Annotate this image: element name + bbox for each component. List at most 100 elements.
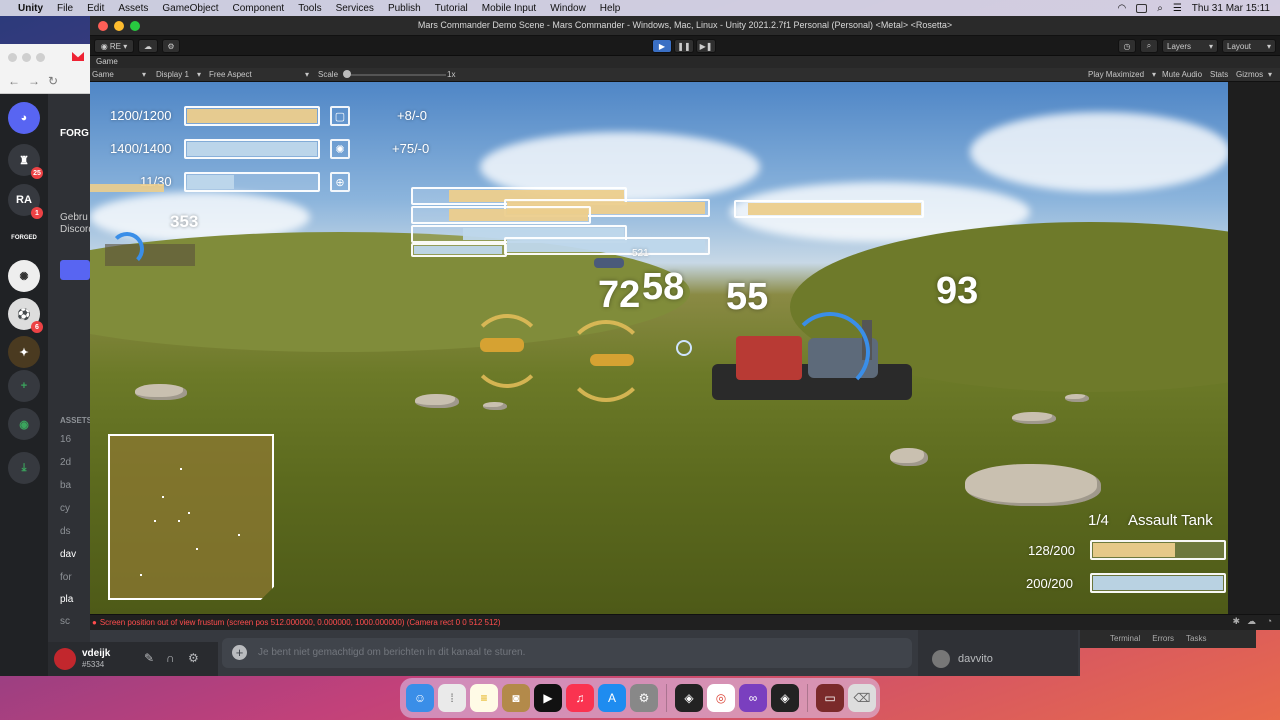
population-target-icon[interactable]: ⊕ xyxy=(330,172,350,192)
channel-item[interactable]: 16 xyxy=(60,434,71,445)
mute-audio-toggle[interactable]: Mute Audio xyxy=(1162,70,1202,79)
control-center-icon[interactable]: ☰ xyxy=(1173,3,1182,14)
discord-home-icon[interactable]: ◕ xyxy=(8,102,40,134)
headphones-icon[interactable]: ∩ xyxy=(166,651,175,665)
search-icon[interactable]: ⌕ xyxy=(1157,3,1163,14)
add-server-icon[interactable]: + xyxy=(8,370,40,402)
app-store-icon[interactable]: A xyxy=(598,684,626,712)
notes-icon[interactable]: ≡ xyxy=(470,684,498,712)
mute-mic-icon[interactable]: ✎ xyxy=(144,651,154,665)
menu-mobile-input[interactable]: Mobile Input xyxy=(482,3,536,14)
play-button[interactable]: ▶ xyxy=(652,39,672,53)
downloads-stack-icon[interactable]: ▭ xyxy=(816,684,844,712)
server-forged[interactable]: FORGED xyxy=(8,222,40,254)
battery-icon[interactable] xyxy=(1136,3,1148,13)
collab-status-icon[interactable]: ☁ xyxy=(1247,616,1256,627)
drone-unit[interactable] xyxy=(594,258,624,268)
scale-slider-track[interactable] xyxy=(346,74,446,76)
message-input-bar[interactable]: + Je bent niet gemachtigd om berichten i… xyxy=(222,638,912,668)
trash-icon[interactable]: ⌫ xyxy=(848,684,876,712)
wifi-icon[interactable]: ◠ xyxy=(1117,3,1126,14)
tab-terminal[interactable]: Terminal xyxy=(1110,634,1140,643)
finder-icon[interactable]: ☺ xyxy=(406,684,434,712)
menu-app-unity[interactable]: Unity xyxy=(18,3,43,14)
server-ra[interactable]: RA 1 xyxy=(8,184,43,219)
visual-studio-icon[interactable]: ∞ xyxy=(739,684,767,712)
aspect-dropdown[interactable]: Free Aspect xyxy=(209,70,252,79)
scale-slider-handle[interactable] xyxy=(343,70,351,78)
unity-hub-icon[interactable]: ◈ xyxy=(675,684,703,712)
music-icon[interactable]: ♫ xyxy=(566,684,594,712)
channel-item[interactable]: pla xyxy=(60,594,73,605)
menu-window[interactable]: Window xyxy=(550,3,586,14)
channel-item[interactable]: cy xyxy=(60,503,70,514)
welcome-button[interactable] xyxy=(60,260,90,280)
stats-toggle[interactable]: Stats xyxy=(1210,70,1228,79)
minimap-blip xyxy=(140,574,142,576)
unity-icon[interactable]: ◈ xyxy=(771,684,799,712)
channel-item[interactable]: ba xyxy=(60,480,71,491)
channel-item[interactable]: dav xyxy=(60,549,76,560)
auto-refresh-icon[interactable]: ◔ xyxy=(1267,616,1272,626)
channel-category[interactable]: ASSETS xyxy=(60,416,92,425)
add-attachment-icon[interactable]: + xyxy=(232,645,247,660)
gizmos-dropdown[interactable]: Gizmos xyxy=(1236,70,1263,79)
member-item[interactable]: davvito xyxy=(932,650,993,668)
menu-help[interactable]: Help xyxy=(600,3,621,14)
layout-dropdown[interactable]: Layout ▾ xyxy=(1222,39,1276,53)
search-icon[interactable]: ⌕ xyxy=(1140,39,1158,53)
display-dropdown[interactable]: Display 1 xyxy=(156,70,189,79)
channel-item[interactable]: 2d xyxy=(60,457,71,468)
channel-item[interactable]: for xyxy=(60,572,72,583)
menu-component[interactable]: Component xyxy=(233,3,285,14)
play-maximized-toggle[interactable]: Play Maximized xyxy=(1088,70,1144,79)
game-mode-dropdown[interactable]: Game xyxy=(92,70,114,79)
server-icon[interactable]: ✦ xyxy=(8,336,40,368)
menubar-clock[interactable]: Thu 31 Mar 15:11 xyxy=(1192,3,1270,14)
contacts-icon[interactable]: ◙ xyxy=(502,684,530,712)
tab-tasks[interactable]: Tasks xyxy=(1186,634,1206,643)
system-preferences-icon[interactable]: ⚙ xyxy=(630,684,658,712)
menu-assets[interactable]: Assets xyxy=(118,3,148,14)
channel-item[interactable]: ds xyxy=(60,526,71,537)
game-view-tab[interactable]: Game xyxy=(90,56,1280,68)
menu-gameobject[interactable]: GameObject xyxy=(162,3,218,14)
console-error-message[interactable]: Screen position out of view frustum (scr… xyxy=(92,618,501,627)
resource-crate-icon[interactable]: ▢ xyxy=(330,106,350,126)
server-icon[interactable]: ✺ xyxy=(8,260,40,292)
minimap[interactable] xyxy=(108,434,274,600)
drone-unit[interactable] xyxy=(480,338,524,352)
bug-report-icon[interactable]: ✱ xyxy=(1232,616,1240,627)
menu-file[interactable]: File xyxy=(57,3,73,14)
tab-errors[interactable]: Errors xyxy=(1152,634,1174,643)
drone-unit[interactable] xyxy=(590,354,634,366)
menu-services[interactable]: Services xyxy=(336,3,374,14)
unit-name: Assault Tank xyxy=(1128,512,1213,529)
avatar[interactable] xyxy=(54,648,76,670)
channel-item[interactable]: sc xyxy=(60,616,70,627)
collab-icon[interactable]: ⚙ xyxy=(162,39,180,53)
server-icon[interactable]: ♜ 25 xyxy=(8,144,43,179)
cloud-icon[interactable]: ☁ xyxy=(138,39,158,53)
menu-tutorial[interactable]: Tutorial xyxy=(435,3,468,14)
menu-publish[interactable]: Publish xyxy=(388,3,421,14)
energy-gear-icon[interactable]: ✺ xyxy=(330,139,350,159)
settings-gear-icon[interactable]: ⚙ xyxy=(188,651,199,665)
browser-nav-arrows-icon[interactable]: ←→↻ xyxy=(8,74,66,88)
account-button[interactable]: ◉ RE ▾ xyxy=(94,39,134,53)
launchpad-icon[interactable]: ⁞ xyxy=(438,684,466,712)
download-apps-icon[interactable]: ⤓ xyxy=(8,452,40,484)
menu-edit[interactable]: Edit xyxy=(87,3,104,14)
menu-tools[interactable]: Tools xyxy=(298,3,321,14)
history-icon[interactable]: ◷ xyxy=(1118,39,1136,53)
layers-dropdown[interactable]: Layers ▾ xyxy=(1162,39,1218,53)
pause-button[interactable]: ❚❚ xyxy=(674,39,694,53)
server-name[interactable]: FORG xyxy=(60,128,89,139)
apple-tv-icon[interactable]: ▶ xyxy=(534,684,562,712)
explore-servers-icon[interactable]: ◉ xyxy=(8,408,40,440)
gmail-tab-icon[interactable] xyxy=(72,52,84,61)
game-viewport[interactable]: 1200/1200 ▢ +8/-0 1400/1400 ✺ +75/-0 11/… xyxy=(90,82,1228,614)
step-button[interactable]: ▶❚ xyxy=(696,39,716,53)
server-icon[interactable]: ⚽ 6 xyxy=(8,298,43,333)
chrome-icon[interactable]: ◎ xyxy=(707,684,735,712)
